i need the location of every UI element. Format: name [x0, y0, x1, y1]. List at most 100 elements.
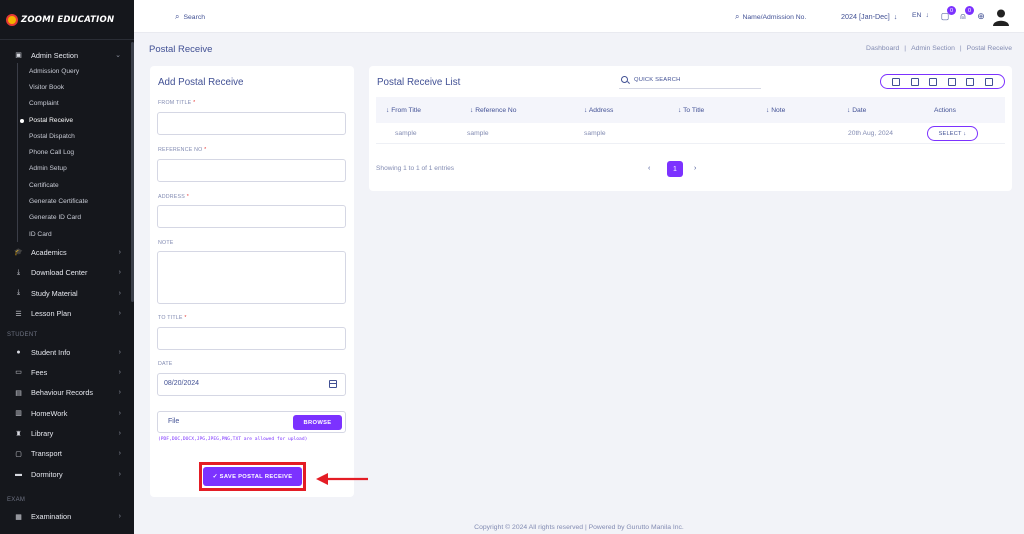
sidebar-item-label: Lesson Plan	[31, 309, 72, 319]
from-title-label: FROM TITLE *	[158, 100, 195, 106]
print-icon[interactable]	[966, 77, 975, 86]
sidebar-item-label: HomeWork	[31, 408, 68, 418]
records-icon: ▤	[15, 389, 22, 397]
columns-icon[interactable]	[984, 77, 993, 86]
column-note[interactable]: ↓ Note	[766, 107, 785, 114]
library-icon: ♜	[15, 430, 22, 438]
select-action-button[interactable]: SELECT ↓	[927, 126, 978, 141]
date-value: 08/20/2024	[164, 380, 200, 387]
website-button[interactable]: ⊕	[975, 10, 987, 22]
download-icon: ⤓	[16, 289, 21, 297]
language-select[interactable]: EN ↓	[912, 12, 929, 19]
chevron-right-icon: ›	[118, 389, 121, 397]
required-mark: *	[204, 147, 207, 153]
sidebar-item-fees[interactable]: ▭ Fees ›	[0, 362, 131, 382]
chevron-down-icon: ⌄	[115, 52, 121, 59]
column-label: Address	[588, 106, 614, 114]
submenu-id-card[interactable]: ID Card	[18, 226, 131, 242]
from-title-input[interactable]	[157, 112, 346, 135]
menu-toggle-icon[interactable]	[149, 11, 159, 20]
logo-icon	[6, 13, 18, 26]
submenu-certificate[interactable]: Certificate	[18, 177, 131, 193]
column-date[interactable]: ↓ Date	[847, 107, 866, 114]
profile-button[interactable]	[991, 7, 1011, 27]
pdf-icon[interactable]	[947, 77, 956, 86]
pagination-next-icon[interactable]: ›	[694, 165, 696, 172]
session-value: 2024 [Jan-Dec]	[841, 12, 890, 21]
student-search[interactable]: ⌕ Name/Admission No.	[735, 12, 806, 22]
column-from-title[interactable]: ↓ From Title	[386, 107, 421, 114]
sidebar-item-student-info[interactable]: ● Student Info ›	[0, 342, 131, 362]
sidebar-item-study-material[interactable]: ⤓ Study Material ›	[0, 283, 131, 303]
breadcrumb-dashboard[interactable]: Dashboard	[866, 45, 899, 52]
file-hint: (PDF,DOC,DOCX,JPG,JPEG,PNG,TXT are allow…	[158, 437, 308, 442]
to-title-input[interactable]	[157, 327, 346, 350]
chevron-right-icon: ›	[118, 248, 121, 256]
session-select[interactable]: 2024 [Jan-Dec] ↓	[841, 12, 897, 21]
sidebar-item-behaviour-records[interactable]: ▤ Behaviour Records ›	[0, 383, 131, 403]
to-title-label: TO TITLE *	[158, 315, 187, 321]
notification-button[interactable]: ⍝ 0	[957, 6, 974, 22]
sidebar-item-transport[interactable]: ▢ Transport ›	[0, 444, 131, 464]
sidebar-item-admin-section[interactable]: ▣ Admin Section ⌄	[0, 47, 131, 63]
breadcrumb-admin-section[interactable]: Admin Section	[911, 45, 955, 52]
label-text: ADDRESS	[158, 194, 186, 200]
browse-button[interactable]: BROWSE	[293, 415, 342, 430]
required-mark: *	[193, 100, 196, 106]
reference-no-input[interactable]	[157, 159, 346, 182]
csv-icon[interactable]	[929, 77, 938, 86]
column-to-title[interactable]: ↓ To Title	[678, 107, 704, 114]
submenu-phone-call-log[interactable]: Phone Call Log	[18, 144, 131, 160]
save-postal-receive-button[interactable]: ✓ SAVE POSTAL RECEIVE	[203, 467, 302, 486]
quick-search[interactable]: QUICK SEARCH	[619, 71, 761, 89]
chat-button[interactable]: ▢ 0	[939, 6, 956, 22]
sidebar-item-library[interactable]: ♜ Library ›	[0, 423, 131, 443]
quick-search-input[interactable]: QUICK SEARCH	[634, 77, 681, 83]
note-textarea[interactable]	[157, 251, 346, 304]
global-search[interactable]: ⌕ Search	[175, 12, 205, 22]
submenu-complaint[interactable]: Complaint	[18, 96, 131, 112]
sidebar-item-label: Examination	[31, 512, 72, 522]
submenu-visitor-book[interactable]: Visitor Book	[18, 79, 131, 95]
address-label: ADDRESS *	[158, 194, 189, 200]
sidebar-item-label: Download Center	[31, 268, 88, 278]
active-dot-icon	[20, 118, 24, 123]
column-label: Note	[771, 106, 786, 114]
submenu-postal-dispatch[interactable]: Postal Dispatch	[18, 128, 131, 144]
sidebar-scrollbar[interactable]	[131, 42, 134, 302]
column-address[interactable]: ↓ Address	[584, 107, 613, 114]
excel-icon[interactable]	[910, 77, 919, 86]
copy-icon[interactable]	[892, 77, 901, 86]
submenu-generate-id-card[interactable]: Generate ID Card	[18, 210, 131, 226]
sidebar-item-homework[interactable]: ▥ HomeWork ›	[0, 403, 131, 423]
required-mark: *	[186, 194, 189, 200]
submenu-postal-receive[interactable]: Postal Receive	[18, 112, 131, 128]
column-reference-no[interactable]: ↓ Reference No	[470, 107, 516, 114]
postal-receive-list-card: Postal Receive List QUICK SEARCH ↓ From …	[369, 66, 1012, 191]
sidebar-item-academics[interactable]: 🎓 Academics ›	[0, 242, 131, 262]
sidebar-item-dormitory[interactable]: ▬ Dormitory ›	[0, 464, 131, 484]
submenu-generate-certificate[interactable]: Generate Certificate	[18, 193, 131, 209]
brand-logo[interactable]: ZOOMI EDUCATION	[0, 0, 134, 40]
submenu-admin-setup[interactable]: Admin Setup	[18, 161, 131, 177]
column-label: Date	[852, 106, 867, 114]
sidebar-item-lesson-plan[interactable]: ☰ Lesson Plan ›	[0, 303, 131, 323]
sidebar-item-examination[interactable]: ▦ Examination ›	[0, 507, 131, 527]
chevron-right-icon: ›	[118, 310, 121, 318]
pagination-prev-icon[interactable]: ‹	[648, 165, 650, 172]
date-input[interactable]: 08/20/2024	[157, 373, 346, 396]
book-open-icon: ▥	[15, 410, 22, 418]
calendar-icon[interactable]	[329, 380, 337, 388]
file-upload[interactable]: File BROWSE	[157, 411, 346, 433]
user-icon: ●	[16, 348, 21, 356]
address-input[interactable]	[157, 205, 346, 228]
sidebar-item-download-center[interactable]: ⤓ Download Center ›	[0, 263, 131, 283]
pagination-page[interactable]: 1	[667, 161, 683, 177]
submenu-admission-query[interactable]: Admission Query	[18, 63, 131, 79]
search-icon	[621, 76, 628, 83]
search-input[interactable]: Search	[183, 14, 205, 21]
sidebar-item-label: Admin Section	[31, 50, 79, 60]
notification-badge: 0	[965, 6, 974, 15]
bed-icon: ▬	[15, 470, 22, 478]
student-search-input[interactable]: Name/Admission No.	[742, 14, 806, 21]
